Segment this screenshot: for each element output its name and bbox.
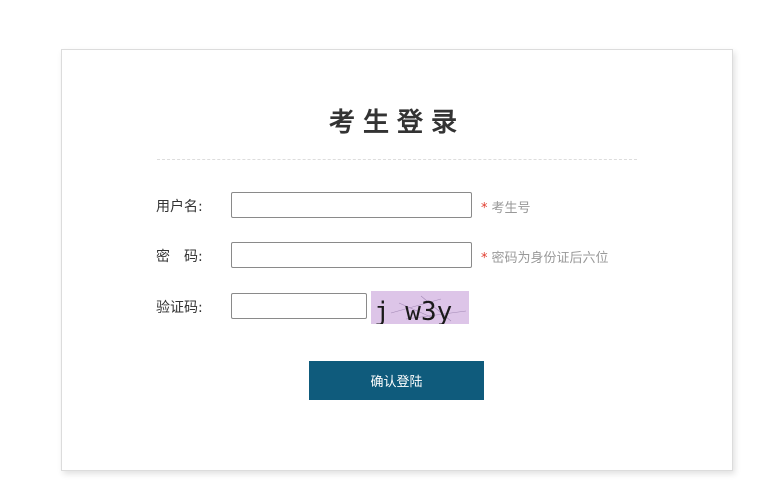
confirm-login-button[interactable]: 确认登陆: [309, 361, 484, 400]
password-input[interactable]: [231, 242, 472, 268]
captcha-input[interactable]: [231, 293, 367, 319]
username-label: 用户名:: [156, 199, 203, 215]
password-label: 密 码:: [156, 249, 203, 265]
captcha-label: 验证码:: [156, 300, 203, 316]
captcha-image[interactable]: j w3y: [371, 291, 469, 324]
username-hint-text: 考生号: [491, 201, 531, 216]
login-panel: 考生登录 用户名: * 考生号 密 码: * 密码为身份证后六位 验证码: j w3…: [61, 49, 733, 471]
password-hint-text: 密码为身份证后六位: [491, 251, 609, 266]
username-hint: * 考生号: [481, 197, 531, 216]
username-input[interactable]: [231, 192, 472, 218]
required-star: *: [481, 251, 488, 266]
page-title: 考生登录: [328, 108, 465, 138]
required-star: *: [481, 201, 488, 216]
password-hint: * 密码为身份证后六位: [481, 247, 609, 266]
title-divider: [157, 159, 637, 160]
captcha-text: j w3y: [374, 297, 452, 324]
